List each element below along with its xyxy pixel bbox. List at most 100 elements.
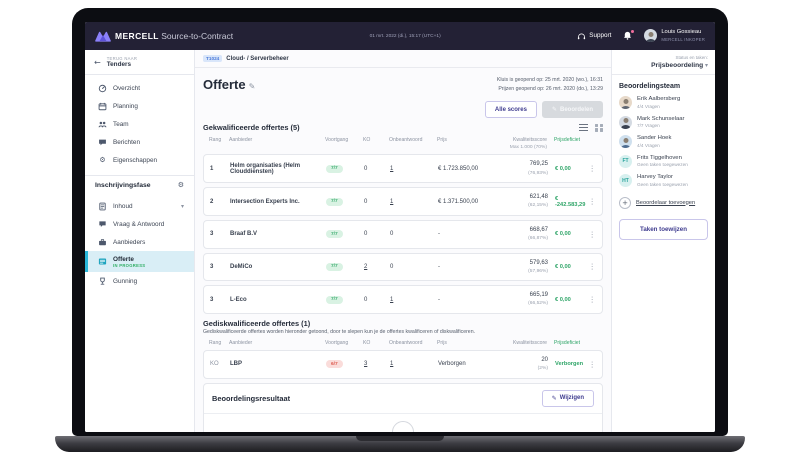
- col-prijs: Prijs: [437, 137, 447, 143]
- kebab-menu-icon[interactable]: ⋮: [586, 230, 597, 239]
- offer-rank: KO: [210, 361, 219, 368]
- member-subtext: 4/4 Vragen: [637, 142, 660, 148]
- member-subtext: Geen taken toegewezen: [637, 162, 688, 168]
- kebab-menu-icon[interactable]: ⋮: [586, 164, 597, 173]
- chevron-down-icon: ▾: [704, 62, 708, 69]
- back-title: Tenders: [106, 61, 132, 68]
- price-cell: € 1.371.500,00: [438, 198, 479, 205]
- brand: MERCELL Source-to-Contract: [95, 31, 233, 42]
- sidebar-item-berichten[interactable]: Berichten: [85, 133, 194, 151]
- notifications-button[interactable]: [623, 29, 636, 41]
- col-kwaliteitsscore: Kwaliteitsscore Max 1.000 (70%): [509, 137, 547, 150]
- disqualified-section-title: Gediskwalificeerde offertes (1): [203, 319, 311, 328]
- ko-link[interactable]: 2: [364, 264, 367, 270]
- notification-badge: [630, 29, 636, 35]
- unanswered-link[interactable]: 1: [390, 166, 393, 172]
- kebab-menu-icon[interactable]: ⋮: [586, 262, 597, 271]
- mercell-logo: [95, 31, 111, 42]
- team-member[interactable]: Mark Schunselaar 7/7 Vragen: [619, 115, 708, 129]
- offer-rank: 3: [210, 231, 214, 238]
- sidebar-item-label: Team: [113, 120, 129, 128]
- edit-result-button[interactable]: ✎ Wijzigen: [541, 389, 594, 407]
- plus-icon: +: [619, 196, 631, 209]
- col-score-sub: Max 1.000 (70%): [509, 144, 547, 150]
- main-scroll: Offerte ✎ Kluis is geopend op: 25 mrt. 20…: [195, 68, 611, 432]
- member-avatar: [619, 135, 632, 148]
- offer-row[interactable]: 2 Intersection Experts Inc. 7/7 0 1 € 1.…: [203, 187, 603, 216]
- team-title: Beoordelingsteam: [619, 83, 681, 90]
- offer-supplier: Intersection Experts Inc.: [230, 198, 300, 205]
- sidebar-item-team[interactable]: Team: [85, 115, 194, 133]
- assess-button[interactable]: ✎ Beoordelen: [541, 101, 603, 118]
- status-badge: IN PROGRESS: [113, 262, 146, 268]
- quality-score-cell: 769,25 (76,93%): [528, 161, 548, 176]
- progress-badge: 7/7: [326, 164, 343, 173]
- team-member[interactable]: HT Harvey Taylor Geen taken toegewezen: [619, 174, 708, 187]
- ko-link[interactable]: 3: [364, 361, 367, 367]
- member-initials-avatar: HT: [619, 174, 632, 187]
- status-dropdown[interactable]: Prijsbeoordeling ▾: [619, 62, 708, 69]
- price-deficit-cell: € 0,00: [555, 231, 571, 238]
- calendar-icon: [98, 102, 107, 111]
- unanswered-link[interactable]: 1: [390, 361, 393, 367]
- unanswered-link[interactable]: 1: [390, 297, 393, 303]
- offer-row[interactable]: 3 DeMiCo 7/7 2 0 - 579,63 (57,96%) € 0,00…: [203, 252, 603, 282]
- support-label: Support: [589, 32, 612, 40]
- gear-icon: ⚙: [99, 155, 106, 164]
- offer-row[interactable]: 1 Helm organisaties (Helm Clouddiensten)…: [203, 154, 603, 184]
- sidebar-item-label: Inhoud: [113, 202, 133, 210]
- sidebar-item-overzicht[interactable]: Overzicht: [85, 79, 194, 97]
- offer-row[interactable]: 3 Braaf B.V 7/7 0 0 - 668,67 (66,87%) € 0…: [203, 219, 603, 249]
- sidebar-item-planning[interactable]: Planning: [85, 97, 194, 115]
- sidebar-item-vraag-antwoord[interactable]: Vraag & Antwoord: [85, 215, 194, 233]
- page-title: Offerte: [203, 77, 246, 92]
- sidebar-item-eigenschappen[interactable]: ⚙ Eigenschappen: [85, 151, 194, 169]
- progress-badge: 6/7: [326, 360, 343, 369]
- progress-cell: 7/7: [326, 295, 364, 304]
- sidebar-item-aanbieders[interactable]: Aanbieders: [85, 233, 194, 251]
- edit-title-icon[interactable]: ✎: [249, 82, 256, 91]
- sidebar-item-label: Gunning: [113, 277, 138, 285]
- team-member[interactable]: FT Frits Tiggelhoven Geen taken toegeweze…: [619, 154, 708, 168]
- offer-supplier: Braaf B.V: [230, 231, 258, 238]
- col-ko: KO: [363, 340, 371, 346]
- offer-rank: 2: [210, 198, 214, 205]
- sidebar-item-offerte[interactable]: Offerte IN PROGRESS: [85, 251, 194, 272]
- sidebar: ← TERUG NAAR Tenders Overzicht Planning …: [85, 50, 195, 432]
- offer-supplier: DeMiCo: [230, 263, 253, 270]
- team-member[interactable]: Sander Hoek 4/4 Vragen: [619, 135, 708, 148]
- support-button[interactable]: Support: [577, 32, 611, 40]
- member-avatar: [619, 96, 632, 109]
- user-menu[interactable]: Louis Gossieau MERCELL INKOPER: [644, 29, 705, 43]
- disqualified-offer-row[interactable]: KO LBP 6/7 3 1 Verborgen 20 (2%) Verborge…: [203, 349, 603, 379]
- progress-cell: 7/7: [326, 197, 364, 206]
- topbar: MERCELL Source-to-Contract 01 mrt. 2022 …: [85, 22, 715, 50]
- offer-rank: 3: [210, 263, 214, 270]
- result-title: Beoordelingsresultaat: [212, 393, 291, 403]
- back-to-tenders[interactable]: ← TERUG NAAR Tenders: [85, 50, 194, 75]
- offer-supplier: Helm organisaties (Helm Clouddiensten): [230, 162, 301, 175]
- sidebar-item-label: Berichten: [113, 138, 140, 146]
- all-scores-button[interactable]: Alle scores: [484, 101, 537, 118]
- sidebar-item-gunning[interactable]: Gunning: [85, 272, 194, 290]
- ko-count: 0: [364, 231, 368, 238]
- kebab-menu-icon[interactable]: ⋮: [586, 295, 597, 304]
- ko-count: 0: [364, 198, 368, 205]
- col-aanbieder: Aanbieder: [229, 137, 253, 143]
- add-assessor[interactable]: + Beoordelaar toevoegen: [619, 196, 708, 209]
- kebab-menu-icon[interactable]: ⋮: [586, 360, 597, 369]
- phase-gear-icon[interactable]: ⚙: [178, 182, 184, 189]
- team-member[interactable]: Erik Aalbersberg 4/4 Vragen: [619, 96, 708, 109]
- progress-cell: 7/7: [326, 230, 364, 239]
- tender-id-badge: T1024: [203, 55, 223, 62]
- assessment-panel: Status en taken: Prijsbeoordeling ▾ Beoo…: [611, 50, 715, 432]
- sidebar-item-inhoud[interactable]: Inhoud ▾: [85, 197, 194, 215]
- unanswered-link[interactable]: 1: [390, 199, 393, 205]
- kebab-menu-icon[interactable]: ⋮: [586, 197, 597, 206]
- grid-view-icon[interactable]: [595, 123, 603, 132]
- assign-tasks-button[interactable]: Taken toewijzen: [619, 218, 708, 240]
- ko-count: 0: [364, 296, 368, 303]
- offer-row[interactable]: 3 L-Eco 7/7 0 1 - 665,19 (66,52%) € 0,00 …: [203, 285, 603, 314]
- list-view-icon[interactable]: [579, 124, 588, 131]
- user-avatar: [644, 29, 658, 43]
